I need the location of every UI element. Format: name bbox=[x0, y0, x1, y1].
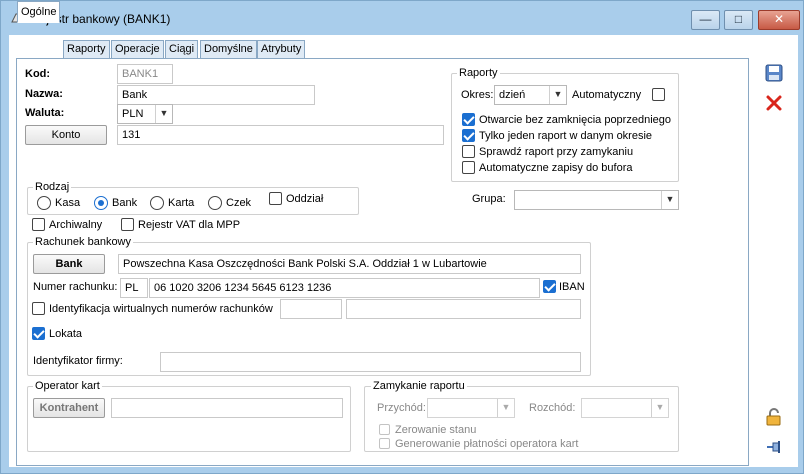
generowanie-label: Generowanie płatności operatora kart bbox=[395, 438, 579, 450]
okres-label: Okres: bbox=[461, 89, 494, 101]
otwarcie-label: Otwarcie bez zamknięcia poprzedniego bbox=[479, 114, 671, 126]
radio-kasa[interactable] bbox=[37, 196, 51, 210]
bank-button[interactable]: Bank bbox=[33, 254, 105, 274]
identyfikator-firmy-label: Identyfikator firmy: bbox=[33, 355, 123, 367]
waluta-value: PLN bbox=[122, 108, 144, 120]
bank-name-field[interactable]: Powszechna Kasa Oszczędności Bank Polski… bbox=[118, 254, 581, 274]
tab-ciagi[interactable]: Ciągi bbox=[165, 40, 199, 59]
grupa-label: Grupa: bbox=[472, 193, 506, 205]
tab-operacje[interactable]: Operacje bbox=[111, 40, 164, 59]
nazwa-field[interactable]: Bank bbox=[117, 85, 315, 105]
radio-karta[interactable] bbox=[150, 196, 164, 210]
konto-button[interactable]: Konto bbox=[25, 125, 107, 145]
lokata-checkbox[interactable] bbox=[32, 327, 45, 340]
save-icon bbox=[765, 64, 783, 82]
radio-bank[interactable] bbox=[94, 196, 108, 210]
save-button[interactable] bbox=[762, 61, 786, 85]
przychod-select[interactable]: ▼ bbox=[427, 398, 515, 418]
konto-field[interactable]: 131 bbox=[117, 125, 444, 145]
tab-raporty[interactable]: Raporty bbox=[63, 40, 110, 59]
przychod-label: Przychód: bbox=[377, 402, 426, 414]
oddzial-checkbox[interactable] bbox=[269, 192, 282, 205]
lokata-label: Lokata bbox=[49, 328, 83, 340]
rozchod-select[interactable]: ▼ bbox=[581, 398, 669, 418]
zerowanie-label: Zerowanie stanu bbox=[395, 424, 477, 436]
tab-domyslne[interactable]: Domyślne bbox=[200, 40, 257, 59]
minimize-button[interactable]: — bbox=[691, 10, 720, 30]
identyfikacja-checkbox[interactable] bbox=[32, 302, 45, 315]
iban-label: IBAN bbox=[559, 281, 585, 293]
tylko-jeden-checkbox[interactable] bbox=[462, 129, 475, 142]
radio-karta-label: Karta bbox=[168, 197, 195, 209]
close-button[interactable]: ✕ bbox=[758, 10, 800, 30]
tylko-jeden-label: Tylko jeden raport w danym okresie bbox=[479, 130, 653, 142]
kontrahent-button[interactable]: Kontrahent bbox=[33, 398, 105, 418]
rachunek-group-title: Rachunek bankowy bbox=[33, 236, 134, 248]
numer-rachunku-label: Numer rachunku: bbox=[33, 281, 118, 293]
tab-atrybuty[interactable]: Atrybuty bbox=[257, 40, 306, 59]
chevron-down-icon: ▼ bbox=[497, 399, 514, 417]
cancel-icon bbox=[766, 95, 782, 111]
lock-button[interactable] bbox=[762, 405, 786, 429]
rozchod-label: Rozchód: bbox=[529, 402, 576, 414]
kontrahent-field[interactable] bbox=[111, 398, 343, 418]
iban-checkbox[interactable] bbox=[543, 280, 556, 293]
automatyczny-label: Automatyczny bbox=[572, 89, 642, 101]
rejestr-vat-checkbox[interactable] bbox=[121, 218, 134, 231]
automatyczne-zapisy-checkbox[interactable] bbox=[462, 161, 475, 174]
chevron-down-icon: ▼ bbox=[651, 399, 668, 417]
radio-czek-label: Czek bbox=[226, 197, 252, 209]
kod-label: Kod: bbox=[25, 68, 51, 80]
generowanie-checkbox[interactable] bbox=[379, 438, 390, 449]
lock-icon bbox=[766, 408, 781, 426]
grupa-select[interactable]: ▼ bbox=[514, 190, 679, 210]
window: Rejestr bankowy (BANK1) — □ ✕ Ogólne Rap… bbox=[0, 0, 804, 474]
otwarcie-checkbox[interactable] bbox=[462, 113, 475, 126]
automatyczne-zapisy-label: Automatyczne zapisy do bufora bbox=[479, 162, 633, 174]
automatyczny-checkbox[interactable] bbox=[652, 88, 665, 101]
country-code-field[interactable]: PL bbox=[120, 278, 148, 298]
chevron-down-icon: ▼ bbox=[661, 191, 678, 209]
chevron-down-icon: ▼ bbox=[155, 105, 172, 123]
account-number-field[interactable]: 06 1020 3206 1234 5645 6123 1236 bbox=[149, 278, 540, 298]
identyfikator-firmy-field[interactable] bbox=[160, 352, 581, 372]
radio-kasa-label: Kasa bbox=[55, 197, 81, 209]
raporty-group-title: Raporty bbox=[457, 67, 500, 79]
pin-button[interactable] bbox=[762, 435, 786, 459]
zamykanie-raportu-group-title: Zamykanie raportu bbox=[371, 380, 467, 392]
chevron-down-icon: ▼ bbox=[549, 86, 566, 104]
kod-field[interactable]: BANK1 bbox=[117, 64, 173, 84]
radio-czek[interactable] bbox=[208, 196, 222, 210]
okres-select[interactable]: dzień ▼ bbox=[494, 85, 567, 105]
identyfikacja-field-1[interactable] bbox=[280, 299, 342, 319]
zerowanie-checkbox[interactable] bbox=[379, 424, 390, 435]
title-bar[interactable]: Rejestr bankowy (BANK1) — □ ✕ bbox=[1, 1, 803, 35]
rodzaj-group-title: Rodzaj bbox=[33, 181, 72, 193]
operator-kart-group bbox=[27, 386, 351, 452]
operator-kart-group-title: Operator kart bbox=[33, 380, 102, 392]
identyfikacja-label: Identyfikacja wirtualnych numerów rachun… bbox=[49, 303, 273, 315]
waluta-label: Waluta: bbox=[25, 107, 65, 119]
identyfikacja-field-2[interactable] bbox=[346, 299, 581, 319]
cancel-button[interactable] bbox=[762, 91, 786, 115]
archiwalny-checkbox[interactable] bbox=[32, 218, 45, 231]
sprawdz-raport-checkbox[interactable] bbox=[462, 145, 475, 158]
tab-ogolne[interactable]: Ogólne bbox=[17, 1, 61, 23]
waluta-select[interactable]: PLN ▼ bbox=[117, 104, 173, 124]
pin-icon bbox=[767, 441, 780, 453]
okres-value: dzień bbox=[499, 89, 526, 101]
rejestr-vat-label: Rejestr VAT dla MPP bbox=[138, 219, 241, 231]
radio-bank-label: Bank bbox=[112, 197, 138, 209]
oddzial-label: Oddział bbox=[286, 193, 324, 205]
sprawdz-raport-label: Sprawdź raport przy zamykaniu bbox=[479, 146, 634, 158]
nazwa-label: Nazwa: bbox=[25, 88, 63, 100]
maximize-button[interactable]: □ bbox=[724, 10, 753, 30]
archiwalny-label: Archiwalny bbox=[49, 219, 103, 231]
